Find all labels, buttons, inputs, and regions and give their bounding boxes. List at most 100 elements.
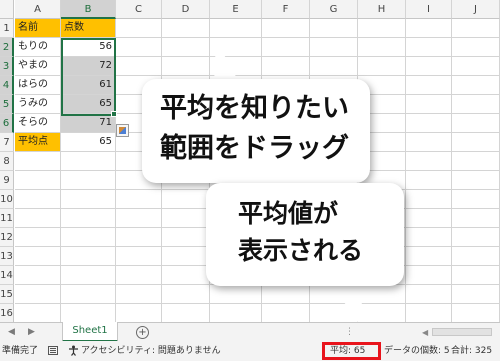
cell-empty[interactable] bbox=[452, 133, 500, 152]
cell-empty[interactable] bbox=[452, 285, 500, 304]
cell-empty[interactable] bbox=[61, 285, 116, 304]
cell-empty[interactable] bbox=[406, 247, 452, 266]
cell-empty[interactable] bbox=[15, 266, 61, 285]
cell-empty[interactable] bbox=[15, 304, 61, 322]
accessibility-icon[interactable] bbox=[68, 341, 79, 361]
cell-empty[interactable] bbox=[262, 304, 310, 322]
cell-empty[interactable] bbox=[116, 38, 162, 57]
column-header-j[interactable]: J bbox=[452, 0, 500, 19]
cell-empty[interactable] bbox=[406, 228, 452, 247]
cell-empty[interactable] bbox=[452, 38, 500, 57]
row-header-14[interactable]: 14 bbox=[0, 266, 14, 285]
row-header-3[interactable]: 3 bbox=[0, 57, 14, 76]
cell-a7[interactable]: 平均点 bbox=[15, 133, 61, 152]
hscroll-left-arrow[interactable]: ◀ bbox=[422, 323, 428, 342]
cell-empty[interactable] bbox=[452, 171, 500, 190]
cell-empty[interactable] bbox=[61, 152, 116, 171]
cell-empty[interactable] bbox=[452, 228, 500, 247]
cell-empty[interactable] bbox=[452, 57, 500, 76]
cell-empty[interactable] bbox=[406, 209, 452, 228]
cell-empty[interactable] bbox=[162, 57, 210, 76]
cell-empty[interactable] bbox=[358, 19, 406, 38]
cell-empty[interactable] bbox=[162, 304, 210, 322]
column-header-a[interactable]: A bbox=[15, 0, 61, 19]
add-sheet-icon[interactable]: + bbox=[136, 326, 149, 339]
cell-empty[interactable] bbox=[406, 76, 452, 95]
select-all-corner[interactable] bbox=[0, 0, 14, 19]
cell-empty[interactable] bbox=[310, 19, 358, 38]
cell-empty[interactable] bbox=[116, 209, 162, 228]
cell-empty[interactable] bbox=[162, 247, 210, 266]
column-header-c[interactable]: C bbox=[116, 0, 162, 19]
cell-empty[interactable] bbox=[406, 266, 452, 285]
column-header-f[interactable]: F bbox=[262, 0, 310, 19]
row-header-7[interactable]: 7 bbox=[0, 133, 14, 152]
cell-empty[interactable] bbox=[406, 171, 452, 190]
status-accessibility[interactable]: アクセシビリティ: 問題ありません bbox=[81, 341, 221, 361]
cell-empty[interactable] bbox=[310, 57, 358, 76]
cell-empty[interactable] bbox=[61, 228, 116, 247]
cell-a5[interactable]: うみの bbox=[15, 95, 61, 114]
cell-empty[interactable] bbox=[162, 266, 210, 285]
row-header-2[interactable]: 2 bbox=[0, 38, 14, 57]
cell-empty[interactable] bbox=[15, 209, 61, 228]
row-header-10[interactable]: 10 bbox=[0, 190, 14, 209]
cell-empty[interactable] bbox=[162, 285, 210, 304]
column-header-h[interactable]: H bbox=[358, 0, 406, 19]
row-header-4[interactable]: 4 bbox=[0, 76, 14, 95]
cell-empty[interactable] bbox=[162, 190, 210, 209]
cell-empty[interactable] bbox=[210, 19, 262, 38]
cell-empty[interactable] bbox=[358, 57, 406, 76]
cell-empty[interactable] bbox=[406, 95, 452, 114]
cell-b4[interactable]: 61 bbox=[61, 76, 116, 95]
tab-scroll-right[interactable]: ▶ bbox=[28, 323, 35, 342]
cell-empty[interactable] bbox=[406, 152, 452, 171]
cell-empty[interactable] bbox=[15, 228, 61, 247]
cell-a3[interactable]: やまの bbox=[15, 57, 61, 76]
cell-empty[interactable] bbox=[406, 304, 452, 322]
column-header-g[interactable]: G bbox=[310, 0, 358, 19]
cell-empty[interactable] bbox=[210, 285, 262, 304]
cell-empty[interactable] bbox=[452, 76, 500, 95]
cell-a4[interactable]: はらの bbox=[15, 76, 61, 95]
cell-empty[interactable] bbox=[116, 228, 162, 247]
row-header-5[interactable]: 5 bbox=[0, 95, 14, 114]
cell-empty[interactable] bbox=[162, 228, 210, 247]
cell-empty[interactable] bbox=[262, 285, 310, 304]
column-header-b[interactable]: B bbox=[61, 0, 116, 19]
row-header-12[interactable]: 12 bbox=[0, 228, 14, 247]
cell-empty[interactable] bbox=[15, 152, 61, 171]
cell-empty[interactable] bbox=[15, 190, 61, 209]
cell-empty[interactable] bbox=[116, 304, 162, 322]
macro-record-icon[interactable] bbox=[48, 346, 58, 355]
cell-empty[interactable] bbox=[15, 285, 61, 304]
row-header-9[interactable]: 9 bbox=[0, 171, 14, 190]
quick-analysis-icon[interactable] bbox=[116, 124, 129, 137]
cell-empty[interactable] bbox=[116, 247, 162, 266]
cell-empty[interactable] bbox=[452, 190, 500, 209]
tab-sheet1[interactable]: Sheet1 bbox=[62, 322, 118, 342]
cell-empty[interactable] bbox=[452, 247, 500, 266]
cell-empty[interactable] bbox=[406, 38, 452, 57]
row-header-13[interactable]: 13 bbox=[0, 247, 14, 266]
cell-b1[interactable]: 点数 bbox=[61, 19, 116, 38]
horizontal-scrollbar[interactable] bbox=[432, 328, 492, 336]
fill-handle[interactable] bbox=[111, 111, 117, 117]
cell-b5[interactable]: 65 bbox=[61, 95, 116, 114]
cell-empty[interactable] bbox=[61, 209, 116, 228]
cell-empty[interactable] bbox=[452, 19, 500, 38]
column-header-e[interactable]: E bbox=[210, 0, 262, 19]
cell-empty[interactable] bbox=[116, 266, 162, 285]
cell-empty[interactable] bbox=[61, 266, 116, 285]
cell-empty[interactable] bbox=[358, 38, 406, 57]
row-header-8[interactable]: 8 bbox=[0, 152, 14, 171]
cell-empty[interactable] bbox=[61, 304, 116, 322]
cell-empty[interactable] bbox=[116, 285, 162, 304]
column-header-i[interactable]: I bbox=[406, 0, 452, 19]
cell-b7[interactable]: 65 bbox=[61, 133, 116, 152]
cell-a1[interactable]: 名前 bbox=[15, 19, 61, 38]
cell-empty[interactable] bbox=[406, 57, 452, 76]
cell-empty[interactable] bbox=[262, 19, 310, 38]
column-header-d[interactable]: D bbox=[162, 0, 210, 19]
row-header-11[interactable]: 11 bbox=[0, 209, 14, 228]
